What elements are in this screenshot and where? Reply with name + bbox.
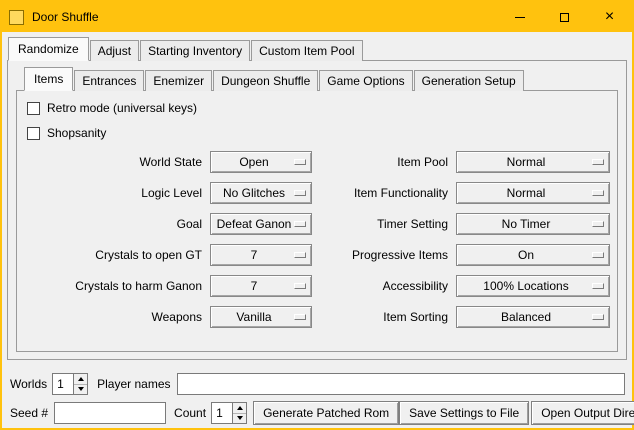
shopsanity-label: Shopsanity [47,126,106,140]
randomize-pane: Items Entrances Enemizer Dungeon Shuffle… [7,60,627,360]
crystals-harm-ganon-dropdown[interactable]: 7 [210,275,312,297]
retro-mode-label: Retro mode (universal keys) [47,101,197,115]
dropdown-indicator-icon [592,252,604,258]
dropdown-indicator-icon [294,283,306,289]
progressive-items-label: Progressive Items [320,248,448,262]
arrow-down-icon [237,416,243,420]
player-names-label: Player names [97,377,170,391]
tab-randomize[interactable]: Randomize [8,37,89,61]
timer-setting-label: Timer Setting [320,217,448,231]
item-functionality-label: Item Functionality [320,186,448,200]
dropdown-indicator-icon [294,190,306,196]
count-spin-down-button[interactable] [233,414,246,424]
retro-mode-checkbox[interactable] [27,102,40,115]
tab-starting-inventory[interactable]: Starting Inventory [140,40,250,61]
dropdown-indicator-icon [592,190,604,196]
accessibility-dropdown[interactable]: 100% Locations [456,275,610,297]
worlds-spin-down-button[interactable] [74,385,87,395]
weapons-label: Weapons [22,310,202,324]
count-label: Count [174,406,206,420]
accessibility-label: Accessibility [320,279,448,293]
dropdown-indicator-icon [592,314,604,320]
sub-tab-bar: Items Entrances Enemizer Dungeon Shuffle… [24,67,626,90]
worlds-label: Worlds [10,377,47,391]
titlebar: Door Shuffle × [2,2,632,32]
item-sorting-label: Item Sorting [320,310,448,324]
tab-enemizer[interactable]: Enemizer [145,70,212,91]
dropdown-indicator-icon [592,221,604,227]
seed-input[interactable] [54,402,166,424]
timer-setting-dropdown[interactable]: No Timer [456,213,610,235]
shopsanity-checkbox[interactable] [27,127,40,140]
dropdown-indicator-icon [294,159,306,165]
options-grid: World State Open Item Pool Normal Logic … [22,151,612,328]
crystals-open-gt-label: Crystals to open GT [22,248,202,262]
dropdown-indicator-icon [294,252,306,258]
retro-mode-row: Retro mode (universal keys) [27,101,617,115]
arrow-up-icon [237,406,243,410]
tab-dungeon-shuffle[interactable]: Dungeon Shuffle [213,70,318,91]
window-title: Door Shuffle [32,10,99,24]
world-state-label: World State [22,155,202,169]
goal-dropdown[interactable]: Defeat Ganon [210,213,312,235]
dropdown-indicator-icon [592,283,604,289]
item-pool-label: Item Pool [320,155,448,169]
count-spin-up-button[interactable] [233,403,246,414]
worlds-spin-up-button[interactable] [74,374,87,385]
titlebar-buttons: × [497,2,632,32]
dropdown-indicator-icon [294,314,306,320]
minimize-button[interactable] [497,2,542,32]
tab-game-options[interactable]: Game Options [319,70,412,91]
tab-items[interactable]: Items [24,67,73,91]
arrow-up-icon [78,377,84,381]
world-state-dropdown[interactable]: Open [210,151,312,173]
maximize-icon [560,13,569,22]
dropdown-indicator-icon [294,221,306,227]
item-sorting-dropdown[interactable]: Balanced [456,306,610,328]
arrow-down-icon [78,387,84,391]
weapons-dropdown[interactable]: Vanilla [210,306,312,328]
logic-level-dropdown[interactable]: No Glitches [210,182,312,204]
progressive-items-dropdown[interactable]: On [456,244,610,266]
dropdown-indicator-icon [592,159,604,165]
seed-row: Seed # Count 1 Generate Patched Rom Save… [10,401,626,425]
tab-entrances[interactable]: Entrances [74,70,144,91]
count-spinbox[interactable]: 1 [211,402,247,424]
logic-level-label: Logic Level [22,186,202,200]
crystals-harm-ganon-label: Crystals to harm Ganon [22,279,202,293]
door-shuffle-app-icon [9,10,24,25]
close-icon: × [605,9,614,25]
seed-label: Seed # [10,406,48,420]
maximize-button[interactable] [542,2,587,32]
shopsanity-row: Shopsanity [27,126,617,140]
save-settings-button[interactable]: Save Settings to File [399,401,529,425]
tab-custom-item-pool[interactable]: Custom Item Pool [251,40,362,61]
tab-generation-setup[interactable]: Generation Setup [414,70,524,91]
crystals-open-gt-dropdown[interactable]: 7 [210,244,312,266]
item-pool-dropdown[interactable]: Normal [456,151,610,173]
worlds-row: Worlds 1 Player names [10,373,626,395]
close-button[interactable]: × [587,2,632,32]
main-tab-bar: Randomize Adjust Starting Inventory Cust… [8,37,632,60]
bottom-bar: Worlds 1 Player names Seed # Count 1 [10,373,626,425]
player-names-input[interactable] [177,373,626,395]
window: Door Shuffle × Randomize Adjust Starting… [0,0,634,430]
item-functionality-dropdown[interactable]: Normal [456,182,610,204]
open-output-directory-button[interactable]: Open Output Directory [531,401,634,425]
tab-adjust[interactable]: Adjust [90,40,139,61]
worlds-spinbox[interactable]: 1 [52,373,88,395]
minimize-icon [515,17,525,18]
generate-patched-rom-button[interactable]: Generate Patched Rom [253,401,399,425]
window-content: Randomize Adjust Starting Inventory Cust… [2,32,632,428]
items-pane: Retro mode (universal keys) Shopsanity W… [16,90,618,352]
goal-label: Goal [22,217,202,231]
